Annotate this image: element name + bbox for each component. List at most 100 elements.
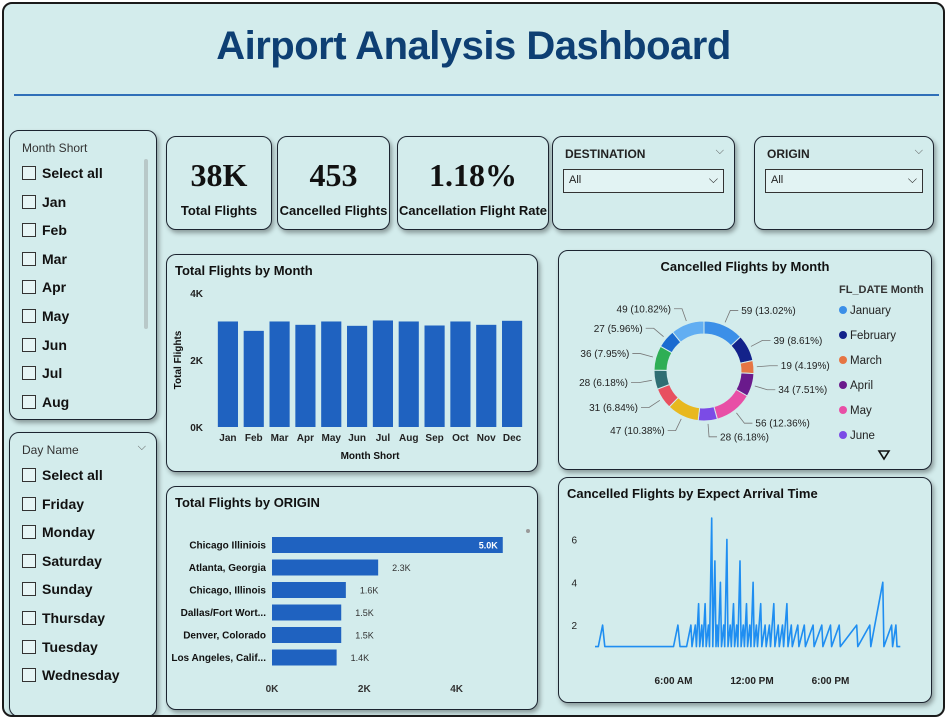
y-axis-label: Total Flights bbox=[173, 330, 184, 389]
origin-filter-label: ORIGIN bbox=[767, 147, 810, 161]
slicer-item-label: Friday bbox=[42, 495, 85, 512]
month-slicer-item[interactable]: Select all bbox=[22, 165, 103, 181]
destination-dropdown[interactable]: All ⌵ bbox=[563, 169, 724, 193]
bar bbox=[295, 324, 316, 427]
x-tick-label: Sep bbox=[425, 433, 443, 444]
checkbox-icon[interactable] bbox=[22, 668, 36, 683]
x-tick-label: 0K bbox=[266, 684, 280, 695]
checkbox-icon[interactable] bbox=[22, 582, 36, 597]
legend-marker bbox=[839, 431, 847, 439]
slicer-item-label: May bbox=[42, 308, 70, 324]
origin-dropdown[interactable]: All ⌵ bbox=[765, 169, 923, 193]
x-tick-label: Aug bbox=[399, 433, 418, 444]
category-label: Dallas/Fort Wort... bbox=[181, 608, 267, 619]
checkbox-icon[interactable] bbox=[22, 223, 36, 238]
bar bbox=[272, 649, 337, 666]
dashboard-frame: Airport Analysis Dashboard Month Short S… bbox=[2, 2, 945, 717]
cancelled-by-month-svg: 59 (13.02%) 39 (8.61%) 19 (4.19%) 34 (7.51%… bbox=[579, 284, 924, 461]
month-slicer-item[interactable]: Jun bbox=[22, 337, 67, 353]
donut-slice bbox=[713, 388, 748, 420]
day-slicer-item[interactable]: Friday bbox=[22, 496, 84, 512]
checkbox-icon[interactable] bbox=[22, 496, 36, 511]
checkbox-icon[interactable] bbox=[22, 394, 36, 409]
y-tick-label: 0K bbox=[190, 423, 204, 434]
slicer-item-label: Saturday bbox=[42, 552, 102, 569]
slicer-item-label: Apr bbox=[42, 279, 67, 296]
month-slicer-item[interactable]: May bbox=[22, 308, 69, 324]
chart-flights-by-origin: Total Flights by ORIGIN Chicago Illinioi… bbox=[166, 486, 538, 710]
month-slicer-item[interactable]: Mar bbox=[22, 251, 67, 267]
data-label: 1.4K bbox=[351, 653, 370, 663]
slicer-item-label: Feb bbox=[42, 222, 67, 239]
checkbox-icon[interactable] bbox=[22, 639, 36, 654]
bar bbox=[217, 321, 238, 427]
leader-line bbox=[724, 310, 739, 323]
day-slicer-item[interactable]: Thursday bbox=[22, 610, 105, 626]
checkbox-icon[interactable] bbox=[22, 366, 36, 381]
checkbox-icon[interactable] bbox=[22, 553, 36, 568]
chevron-down-icon: ⌵ bbox=[708, 172, 718, 186]
month-slicer-item[interactable]: Jul bbox=[22, 365, 62, 381]
leader-line bbox=[674, 308, 687, 322]
kpi-cancellation-rate-label: Cancellation Flight Rate bbox=[398, 203, 548, 218]
leader-line bbox=[632, 353, 653, 358]
x-tick-label: 4K bbox=[450, 684, 464, 695]
y-tick-label: 4 bbox=[571, 578, 577, 589]
checkbox-icon[interactable] bbox=[22, 611, 36, 625]
chart-flights-by-month: Total Flights by Month 0K 2K 4K Total Fligh… bbox=[166, 254, 538, 472]
leader-line bbox=[641, 399, 661, 408]
checkbox-icon[interactable] bbox=[22, 525, 36, 540]
day-slicer-item[interactable]: Select all bbox=[22, 467, 103, 483]
bar bbox=[424, 325, 445, 427]
data-label: 1.5K bbox=[355, 608, 374, 618]
day-slicer-item[interactable]: Wednesday bbox=[22, 667, 120, 683]
month-slicer-item[interactable]: Feb bbox=[22, 222, 67, 238]
destination-filter-label: DESTINATION bbox=[565, 147, 646, 161]
month-slicer-scrollbar[interactable] bbox=[144, 159, 148, 329]
bar bbox=[243, 330, 264, 427]
leader-line bbox=[756, 365, 778, 368]
bar bbox=[272, 559, 379, 576]
checkbox-icon[interactable] bbox=[22, 280, 36, 295]
day-slicer-item[interactable]: Sunday bbox=[22, 581, 93, 597]
x-tick-label: Dec bbox=[503, 433, 522, 444]
destination-dropdown-value: All bbox=[569, 174, 582, 186]
bar bbox=[450, 321, 471, 427]
day-slicer-item[interactable]: Tuesday bbox=[22, 639, 98, 655]
chevron-down-icon[interactable]: ⌵ bbox=[915, 145, 923, 158]
checkbox-icon[interactable] bbox=[22, 309, 36, 323]
month-slicer-item[interactable]: Aug bbox=[22, 394, 69, 410]
leader-line bbox=[645, 327, 664, 338]
chevron-down-icon[interactable]: ⌵ bbox=[138, 441, 146, 454]
flights-by-origin-svg: Chicago Illiniois 5.0K Atlanta, Georgia 2.3… bbox=[171, 529, 530, 695]
category-label: Chicago Illiniois bbox=[189, 541, 266, 552]
checkbox-icon[interactable] bbox=[22, 251, 36, 266]
data-label: 2.3K bbox=[392, 563, 411, 573]
kpi-cancelled-flights-label: Cancelled Flights bbox=[279, 203, 388, 218]
slicer-item-label: Jul bbox=[42, 365, 63, 382]
data-label: 27 (5.96%) bbox=[594, 324, 643, 335]
checkbox-icon[interactable] bbox=[22, 166, 36, 180]
month-slicer-item[interactable]: Jan bbox=[22, 194, 66, 210]
kpi-total-flights-label: Total Flights bbox=[180, 203, 258, 218]
day-slicer-item[interactable]: Monday bbox=[22, 524, 95, 540]
flights-by-month-svg: 0K 2K 4K Total Flights Jan Feb Mar Apr May Jun Jul… bbox=[173, 289, 523, 462]
x-tick-label: 12:00 PM bbox=[730, 676, 773, 687]
checkbox-icon[interactable] bbox=[22, 194, 36, 209]
leader-line bbox=[750, 340, 771, 347]
data-label: 39 (8.61%) bbox=[773, 336, 822, 347]
day-slicer: Day Name ⌵ Select all Friday Monday Saturda… bbox=[9, 432, 157, 715]
x-tick-label: Jun bbox=[348, 433, 366, 444]
data-label: 49 (10.82%) bbox=[617, 304, 671, 315]
month-slicer-item[interactable]: Apr bbox=[22, 279, 66, 295]
chart-cancelled-by-arrival: Cancelled Flights by Expect Arrival Time… bbox=[558, 477, 932, 703]
slicer-item-label: Jun bbox=[42, 336, 67, 353]
legend-marker bbox=[839, 356, 847, 364]
kpi-cancellation-rate-value: 1.18% bbox=[429, 157, 517, 193]
chevron-down-icon[interactable]: ⌵ bbox=[716, 145, 724, 158]
day-slicer-item[interactable]: Saturday bbox=[22, 553, 102, 569]
checkbox-icon[interactable] bbox=[22, 468, 36, 482]
checkbox-icon[interactable] bbox=[22, 337, 36, 352]
leader-line bbox=[631, 379, 652, 384]
x-tick-label: Nov bbox=[477, 433, 496, 444]
